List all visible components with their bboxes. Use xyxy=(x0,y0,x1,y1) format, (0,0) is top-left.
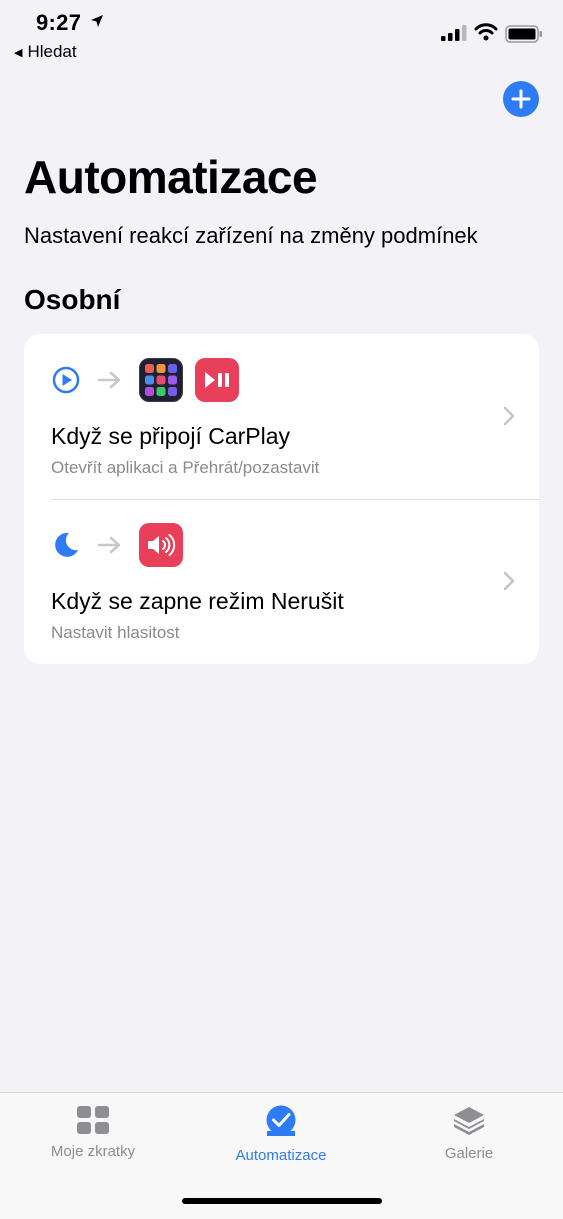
tab-label: Automatizace xyxy=(235,1147,327,1164)
back-label: Hledat xyxy=(27,42,77,61)
automation-row-carplay[interactable]: Když se připojí CarPlay Otevřít aplikaci… xyxy=(24,334,539,499)
layers-icon xyxy=(454,1107,484,1135)
chevron-right-icon xyxy=(503,406,515,426)
location-arrow-icon xyxy=(91,15,103,27)
tab-gallery[interactable]: Galerie xyxy=(389,1105,549,1162)
cellular-signal-icon xyxy=(441,25,467,41)
status-bar: 9:27 ◀ Hledat xyxy=(0,0,563,70)
back-triangle-icon: ◀ xyxy=(14,46,23,59)
arrow-right-icon xyxy=(97,371,121,389)
section-title-personal: Osobní xyxy=(24,284,121,315)
tab-label: Moje zkratky xyxy=(50,1143,136,1160)
automation-icons xyxy=(51,357,239,403)
automation-title: Když se připojí CarPlay xyxy=(51,423,291,449)
page-title: Automatizace xyxy=(24,151,318,203)
wifi-icon xyxy=(474,23,498,41)
add-automation-button[interactable] xyxy=(503,81,539,117)
speaker-icon xyxy=(139,523,183,567)
play-pause-icon xyxy=(195,358,239,402)
page-subtitle: Nastavení reakcí zařízení na změny podmí… xyxy=(24,223,478,248)
automation-row-dnd[interactable]: Když se zapne režim Nerušit Nastavit hla… xyxy=(24,499,539,664)
grid-icon xyxy=(77,1106,109,1134)
home-indicator[interactable] xyxy=(182,1198,382,1204)
plus-icon xyxy=(511,89,531,109)
arrow-right-icon xyxy=(97,536,121,554)
checkmark-circle-icon xyxy=(266,1105,296,1136)
automation-subtitle: Otevřít aplikaci a Přehrát/pozastavit xyxy=(51,458,320,477)
carplay-icon xyxy=(52,366,80,394)
moon-icon xyxy=(55,532,78,557)
tab-label: Galerie xyxy=(444,1145,494,1162)
tab-automation[interactable]: Automatizace xyxy=(201,1105,361,1164)
app-grid-icon xyxy=(139,358,183,402)
automation-icons xyxy=(51,522,183,568)
battery-icon xyxy=(505,25,542,43)
automation-title: Když se zapne režim Nerušit xyxy=(51,588,344,614)
tab-my-shortcuts[interactable]: Moje zkratky xyxy=(13,1105,173,1160)
automations-list: Když se připojí CarPlay Otevřít aplikaci… xyxy=(24,334,539,664)
back-to-search-link[interactable]: ◀ Hledat xyxy=(14,42,77,62)
chevron-right-icon xyxy=(503,571,515,591)
automation-subtitle: Nastavit hlasitost xyxy=(51,623,180,642)
status-time: 9:27 xyxy=(36,10,82,35)
